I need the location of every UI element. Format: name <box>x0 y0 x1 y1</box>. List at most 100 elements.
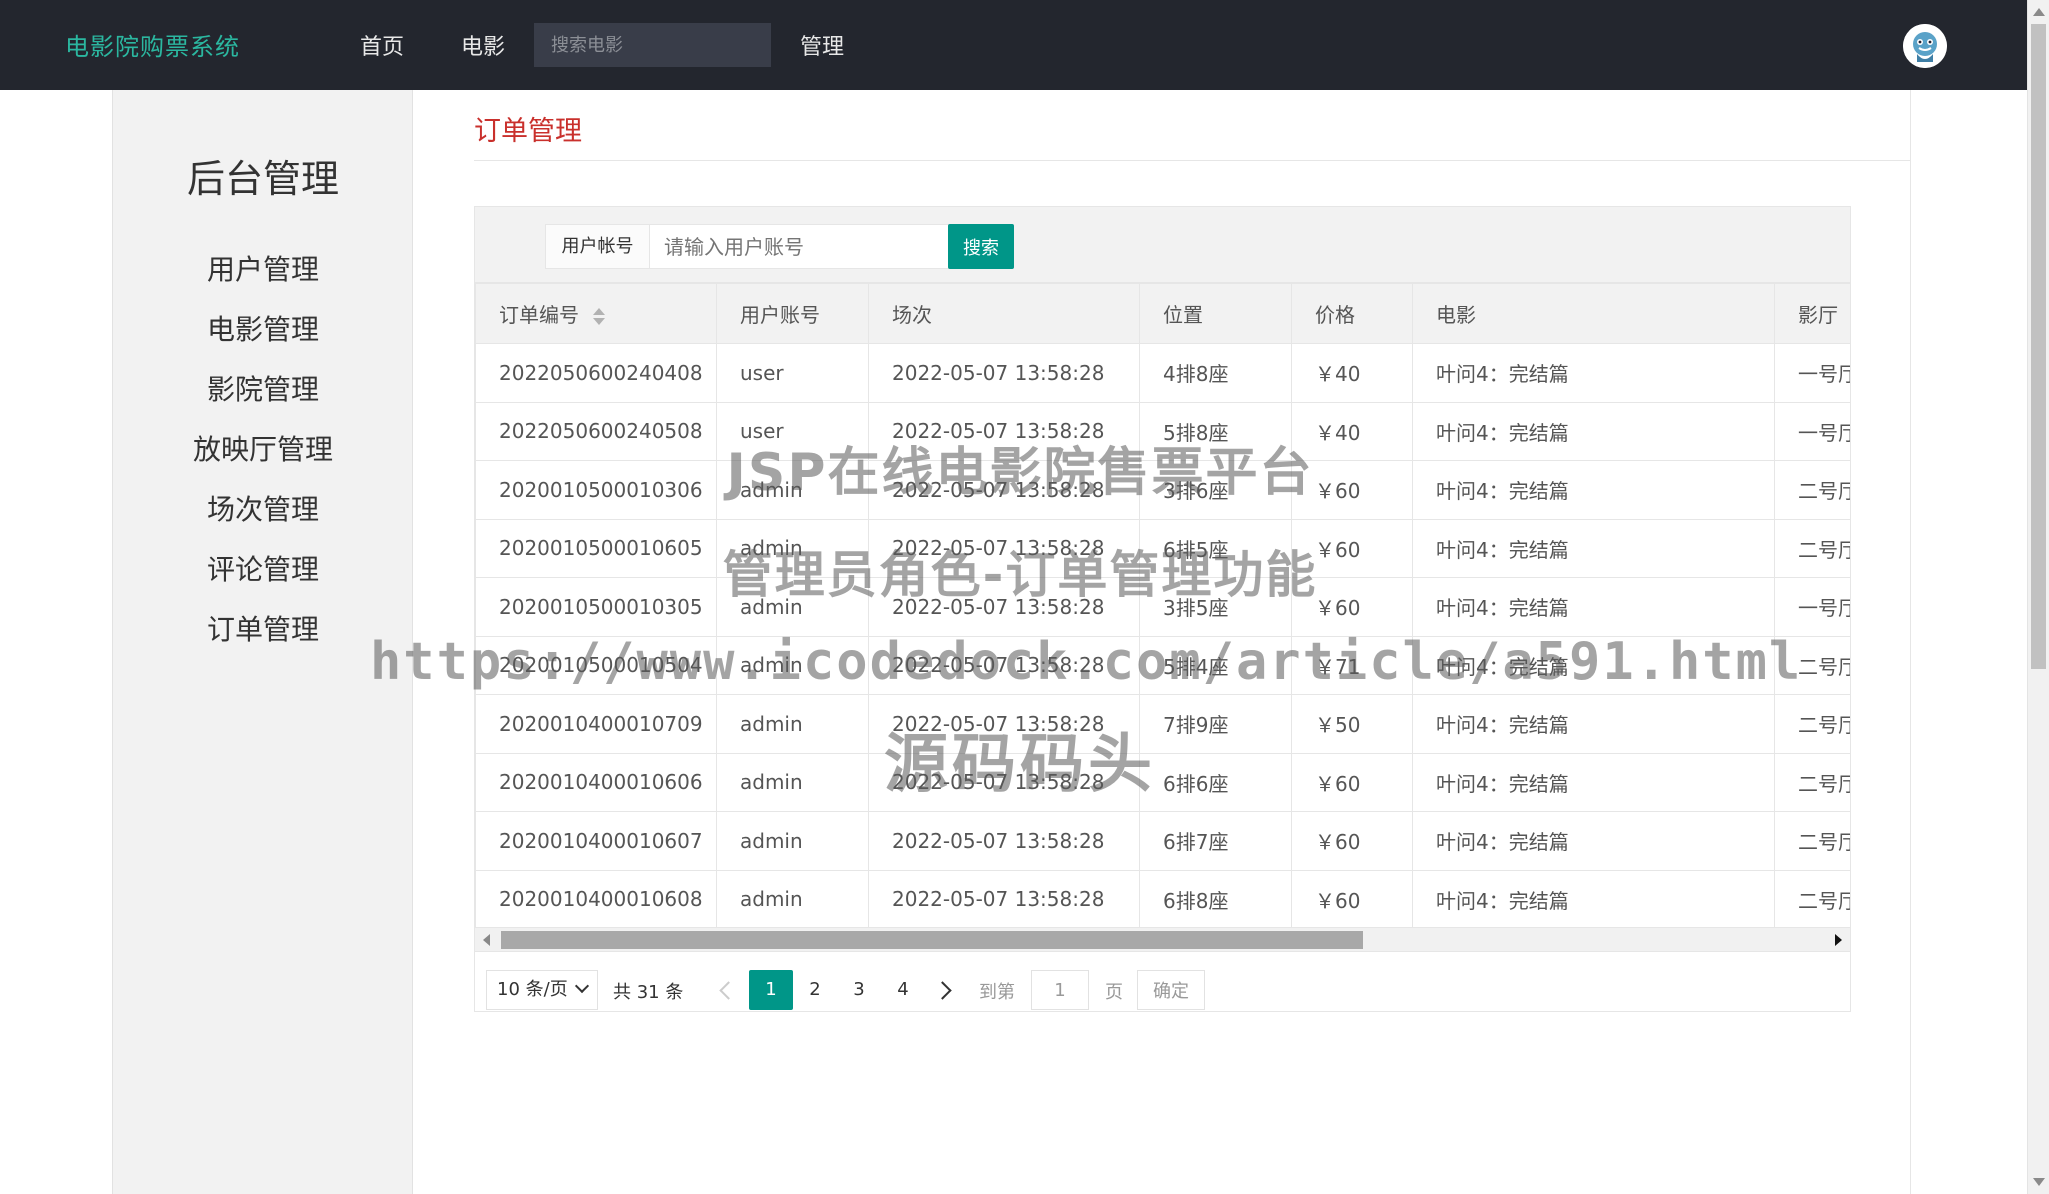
cell-movie: 叶问4：完结篇 <box>1412 460 1775 520</box>
sort-icon[interactable] <box>593 307 605 326</box>
brand-logo[interactable]: 电影院购票系统 <box>65 27 240 62</box>
page-button-4[interactable]: 4 <box>881 970 925 1010</box>
scroll-down-icon[interactable] <box>2033 1178 2045 1186</box>
cell-order-no: 2022050600240408 <box>475 343 717 403</box>
cell-session: 2022-05-07 13:58:28 <box>868 752 1140 812</box>
cell-seat: 6排7座 <box>1139 811 1292 871</box>
table-header-row: 订单编号 用户账号 场次 位置 价格 电影 影厅 <box>475 283 1850 344</box>
table-horizontal-scrollbar[interactable] <box>475 927 1850 951</box>
cell-order-no: 2020010500010504 <box>475 635 717 695</box>
cell-session: 2022-05-07 13:58:28 <box>868 343 1140 403</box>
cell-price: ￥60 <box>1291 518 1413 578</box>
prev-page-button[interactable] <box>705 970 745 1010</box>
scroll-up-icon[interactable] <box>2033 8 2045 16</box>
page-size-select[interactable]: 10 条/页 <box>486 970 598 1010</box>
column-header-session: 场次 <box>868 283 1140 344</box>
cell-price: ￥60 <box>1291 460 1413 520</box>
scroll-left-icon[interactable] <box>483 934 490 946</box>
column-header-seat: 位置 <box>1139 283 1292 344</box>
cell-hall: 一号厅 <box>1774 401 1850 461</box>
table-row[interactable]: 2020010500010305 admin 2022-05-07 13:58:28… <box>475 577 1850 637</box>
cell-order-no: 2020010400010606 <box>475 752 717 812</box>
cell-user: admin <box>716 635 869 695</box>
sidebar-item-comments[interactable]: 评论管理 <box>113 540 413 600</box>
chevron-down-icon <box>574 978 590 994</box>
cell-order-no: 2020010400010709 <box>475 694 717 754</box>
page-scrollbar[interactable] <box>2027 0 2049 1194</box>
cell-seat: 5排8座 <box>1139 401 1292 461</box>
sidebar-item-orders[interactable]: 订单管理 <box>113 600 413 660</box>
cell-session: 2022-05-07 13:58:28 <box>868 518 1140 578</box>
sidebar-title: 后台管理 <box>186 157 339 201</box>
user-avatar[interactable] <box>1903 24 1947 68</box>
horizontal-scroll-thumb[interactable] <box>501 931 1363 949</box>
content-right-border <box>1910 90 1911 1194</box>
cell-price: ￥60 <box>1291 752 1413 812</box>
page-title: 订单管理 <box>474 116 582 147</box>
cell-movie: 叶问4：完结篇 <box>1412 401 1775 461</box>
orders-table-panel: 用户帐号 搜索 订单编号 用户账号 场次 位置 价格 电影 影厅 202205 <box>474 206 1851 1012</box>
sidebar-item-sessions[interactable]: 场次管理 <box>113 480 413 540</box>
cell-session: 2022-05-07 13:58:28 <box>868 401 1140 461</box>
cell-order-no: 2020010500010306 <box>475 460 717 520</box>
cell-user: admin <box>716 518 869 578</box>
sidebar-item-movies[interactable]: 电影管理 <box>113 300 413 360</box>
scrollbar-thumb[interactable] <box>2031 24 2046 669</box>
page-button-1[interactable]: 1 <box>749 970 793 1010</box>
cell-seat: 6排6座 <box>1139 752 1292 812</box>
next-page-button[interactable] <box>925 970 965 1010</box>
table-row[interactable]: 2022050600240508 user 2022-05-07 13:58:28 5… <box>475 401 1850 461</box>
cell-price: ￥60 <box>1291 811 1413 871</box>
cell-user: admin <box>716 869 869 929</box>
table-row[interactable]: 2020010500010306 admin 2022-05-07 13:58:28… <box>475 460 1850 520</box>
sidebar-item-cinemas[interactable]: 影院管理 <box>113 360 413 420</box>
cell-seat: 4排8座 <box>1139 343 1292 403</box>
goto-confirm-button[interactable]: 确定 <box>1137 970 1205 1010</box>
cell-order-no: 2020010400010607 <box>475 811 717 871</box>
orders-table: 订单编号 用户账号 场次 位置 价格 电影 影厅 202205060024040… <box>475 283 1850 929</box>
column-header-order-no[interactable]: 订单编号 <box>475 283 717 344</box>
cell-user: admin <box>716 577 869 637</box>
column-header-movie: 电影 <box>1412 283 1775 344</box>
cell-session: 2022-05-07 13:58:28 <box>868 869 1140 929</box>
cell-hall: 一号厅 <box>1774 343 1850 403</box>
cell-order-no: 2020010500010305 <box>475 577 717 637</box>
nav-movies[interactable]: 电影 <box>461 29 505 61</box>
table-row[interactable]: 2020010400010608 admin 2022-05-07 13:58:28… <box>475 869 1850 929</box>
cell-seat: 5排4座 <box>1139 635 1292 695</box>
page-button-3[interactable]: 3 <box>837 970 881 1010</box>
sidebar-menu: 用户管理 电影管理 影院管理 放映厅管理 场次管理 评论管理 订单管理 <box>113 240 413 660</box>
table-row[interactable]: 2022050600240408 user 2022-05-07 13:58:28 4… <box>475 343 1850 403</box>
page-button-2[interactable]: 2 <box>793 970 837 1010</box>
nav-home[interactable]: 首页 <box>360 29 404 61</box>
goto-label: 到第 <box>979 982 1015 1003</box>
table-row[interactable]: 2020010500010504 admin 2022-05-07 13:58:28… <box>475 635 1850 695</box>
cell-hall: 二号厅 <box>1774 460 1850 520</box>
cell-order-no: 2020010500010605 <box>475 518 717 578</box>
table-row[interactable]: 2020010400010709 admin 2022-05-07 13:58:28… <box>475 694 1850 754</box>
cell-movie: 叶问4：完结篇 <box>1412 752 1775 812</box>
sidebar-item-halls[interactable]: 放映厅管理 <box>113 420 413 480</box>
avatar-icon <box>1903 24 1947 68</box>
cell-seat: 3排6座 <box>1139 460 1292 520</box>
table-row[interactable]: 2020010400010607 admin 2022-05-07 13:58:28… <box>475 811 1850 871</box>
goto-page-input[interactable] <box>1031 970 1089 1010</box>
nav-admin[interactable]: 管理 <box>800 29 844 61</box>
cell-session: 2022-05-07 13:58:28 <box>868 635 1140 695</box>
cell-seat: 6排8座 <box>1139 869 1292 929</box>
total-count: 共 31 条 <box>613 982 684 1003</box>
cell-session: 2022-05-07 13:58:28 <box>868 811 1140 871</box>
sidebar-item-users[interactable]: 用户管理 <box>113 240 413 300</box>
table-row[interactable]: 2020010500010605 admin 2022-05-07 13:58:28… <box>475 518 1850 578</box>
movie-search-input[interactable] <box>534 23 771 67</box>
scroll-right-icon[interactable] <box>1835 934 1842 946</box>
cell-movie: 叶问4：完结篇 <box>1412 343 1775 403</box>
user-account-input[interactable] <box>649 224 949 269</box>
table-row[interactable]: 2020010400010606 admin 2022-05-07 13:58:28… <box>475 752 1850 812</box>
cell-movie: 叶问4：完结篇 <box>1412 869 1775 929</box>
goto-unit-label: 页 <box>1105 982 1123 1003</box>
search-button[interactable]: 搜索 <box>948 224 1014 269</box>
user-account-label: 用户帐号 <box>545 224 650 269</box>
cell-session: 2022-05-07 13:58:28 <box>868 694 1140 754</box>
cell-hall: 二号厅 <box>1774 635 1850 695</box>
